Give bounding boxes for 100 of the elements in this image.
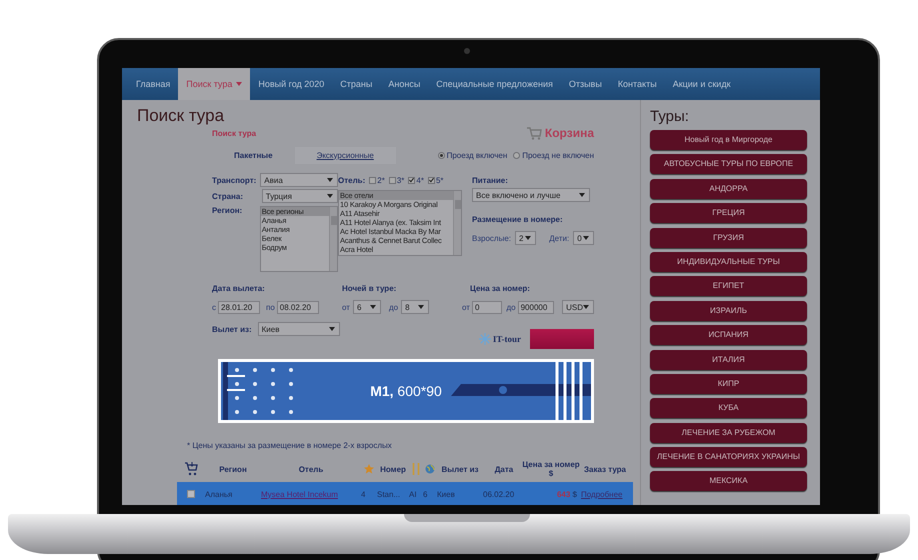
tour-category-button[interactable]: КУБА xyxy=(650,398,807,418)
price-cell-text: 643 $ xyxy=(556,490,577,498)
field-label: от xyxy=(342,302,350,312)
tour-category-button[interactable]: МЕКСИКА xyxy=(650,471,807,492)
scrollbar[interactable] xyxy=(329,207,337,271)
field-label: от xyxy=(462,302,470,312)
radio-button[interactable] xyxy=(438,152,445,158)
caret-icon xyxy=(524,236,531,240)
field-label: Вылет из: xyxy=(212,324,252,334)
field-label: Цена за номер: xyxy=(470,284,530,293)
nav-tab[interactable]: Главная xyxy=(128,68,178,100)
caret-icon xyxy=(327,178,333,182)
nav-tab[interactable]: Новый год 2020 xyxy=(250,68,332,100)
checkbox-label: 2* xyxy=(377,176,385,184)
nav-tab[interactable]: Страны xyxy=(332,68,380,100)
table-cell-text: 4 xyxy=(361,490,366,498)
tour-category-button[interactable]: ИСПАНИЯ xyxy=(650,325,807,346)
price-note: * Цены указаны за размещение в номере 2-х взрослых xyxy=(187,441,393,450)
field-label: по xyxy=(266,302,275,312)
checkbox[interactable] xyxy=(187,490,195,498)
column-header: Вылет из xyxy=(440,464,480,474)
input-field[interactable]: 900000 xyxy=(518,300,554,314)
table-cell-text: 06.02.20 xyxy=(483,490,516,498)
column-header: Заказ тура xyxy=(582,464,627,474)
tour-category-button[interactable]: АВТОБУСНЫЕ ТУРЫ ПО ЕВРОПЕ xyxy=(650,154,807,174)
tour-type-tab[interactable]: Экскурсионные xyxy=(294,146,396,164)
page-title: Поиск тура xyxy=(137,106,226,126)
camera-icon xyxy=(464,48,470,54)
radio-label: Проезд не включен xyxy=(522,150,594,160)
currency-dropdown[interactable]: USD xyxy=(562,300,594,314)
banner-text: M1, 600*90 xyxy=(370,383,442,399)
tour-category-button[interactable]: ЛЕЧЕНИЕ В САНАТОРИЯХ УКРАИНЫ xyxy=(650,447,807,468)
checkbox[interactable] xyxy=(369,176,376,184)
globe-icon xyxy=(423,464,437,474)
radio-label: Проезд включен xyxy=(446,150,508,160)
table-cell-text: 6 xyxy=(423,490,428,498)
tour-category-button[interactable]: ГРЕЦИЯ xyxy=(650,203,807,224)
table-cell-text: AI xyxy=(409,490,418,498)
provider-logo: IT-tour xyxy=(478,333,521,345)
country-dropdown[interactable]: Турция xyxy=(262,189,338,203)
field-label: Ночей в туре: xyxy=(342,284,396,293)
table-cell-text: Киев xyxy=(437,490,456,498)
sidebar-title: Туры: xyxy=(650,108,690,125)
tour-category-button[interactable]: ИЗРАИЛЬ xyxy=(650,300,807,321)
adults-dropdown[interactable]: 2 xyxy=(515,231,536,245)
nights-to-dropdown[interactable]: 8 xyxy=(401,300,430,314)
departure-dropdown[interactable]: Киев xyxy=(258,322,340,336)
meal-dropdown[interactable]: Все включено и лучше xyxy=(472,188,590,202)
column-header: Регион xyxy=(218,464,248,474)
nav-tab[interactable]: Отзывы xyxy=(560,68,610,100)
field-label: Взрослые: xyxy=(472,234,511,242)
nights-from-dropdown[interactable]: 6 xyxy=(352,300,381,314)
tour-category-button[interactable]: КИПР xyxy=(650,374,807,394)
tour-category-button[interactable]: ГРУЗИЯ xyxy=(650,228,807,248)
input-field[interactable]: 0 xyxy=(472,300,502,314)
column-header: Отель xyxy=(298,464,324,474)
tour-category-button[interactable]: ИНДИВИДУАЛЬНЫЕ ТУРЫ xyxy=(650,252,807,272)
radio-button[interactable] xyxy=(513,152,520,158)
nav-tab[interactable]: Анонсы xyxy=(380,68,428,100)
column-header: Дата xyxy=(494,464,514,474)
tour-category-button[interactable]: ИТАЛИЯ xyxy=(650,350,807,370)
field-label: Дата вылета: xyxy=(212,284,265,293)
field-label: Страна: xyxy=(212,192,243,200)
caret-icon xyxy=(583,236,589,240)
nav-tab[interactable]: Акции и скидк xyxy=(664,68,739,100)
input-field[interactable]: 28.01.20 xyxy=(218,300,260,314)
caret-icon xyxy=(583,305,590,309)
form-title: Поиск тура xyxy=(212,128,256,138)
nav-tab[interactable]: Специальные предложения xyxy=(428,68,561,100)
tour-type-tab[interactable]: Пакетные xyxy=(212,146,295,164)
field-label: Дети: xyxy=(549,234,570,242)
checkbox[interactable] xyxy=(408,176,416,184)
tour-category-button[interactable]: Новый год в Миргороде xyxy=(650,130,807,150)
input-field[interactable]: 08.02.20 xyxy=(276,300,319,314)
table-cell-text: Stan... xyxy=(377,490,402,498)
nav-tab[interactable]: Контакты xyxy=(610,68,665,100)
column-header: Номер xyxy=(379,464,407,474)
checkbox[interactable] xyxy=(428,176,435,184)
scrollbar[interactable] xyxy=(453,191,461,255)
transport-dropdown[interactable]: Авиа xyxy=(260,173,338,187)
star-icon xyxy=(361,464,377,474)
checkbox-label: 4* xyxy=(416,176,424,184)
field-label: до xyxy=(388,302,398,312)
caret-icon xyxy=(328,327,335,331)
tour-category-button[interactable]: ЕГИПЕТ xyxy=(650,276,807,296)
caret-icon xyxy=(370,305,376,309)
caret-icon xyxy=(327,194,333,198)
tour-category-button[interactable]: АНДОРРА xyxy=(650,178,807,199)
tour-category-button[interactable]: ЛЕЧЕНИЕ ЗА РУБЕЖОМ xyxy=(650,422,807,443)
field-label: с xyxy=(212,302,216,312)
column-header: Цена за номер $ xyxy=(525,460,577,478)
search-button[interactable] xyxy=(530,329,594,349)
checkbox-label: 5* xyxy=(436,176,444,184)
checkbox-label: 3* xyxy=(396,176,404,184)
field-label: Регион: xyxy=(212,206,242,217)
caret-icon xyxy=(418,305,424,309)
field-label: Отель: xyxy=(338,176,366,184)
checkbox[interactable] xyxy=(388,176,396,184)
children-dropdown[interactable]: 0 xyxy=(573,231,594,245)
table-cell-text: Аланья xyxy=(205,490,234,498)
